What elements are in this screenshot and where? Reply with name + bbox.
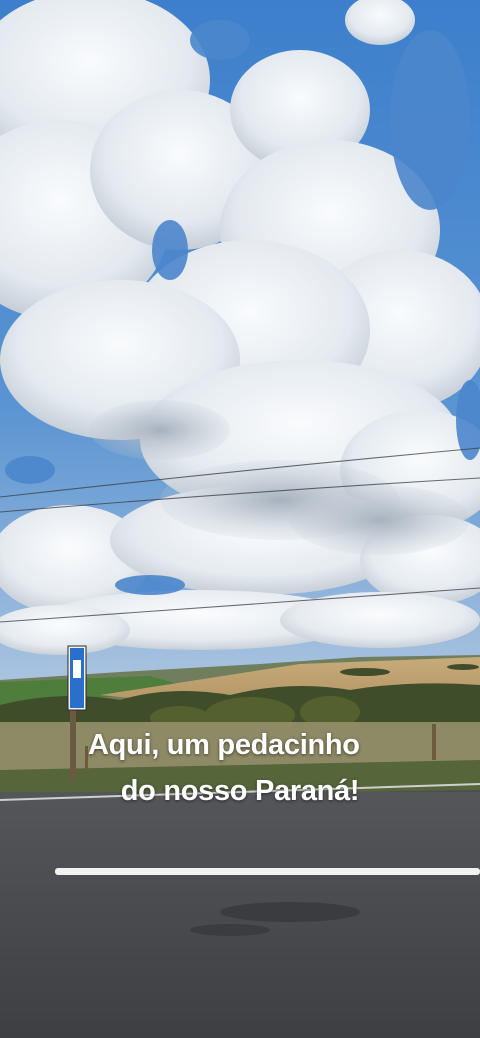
- caption-line-2: do nosso Paraná!: [120, 775, 360, 807]
- landscape-photo: [0, 0, 480, 1038]
- caption-line-1: Aqui, um pedacinho: [88, 729, 360, 761]
- lane-marking: [55, 868, 480, 875]
